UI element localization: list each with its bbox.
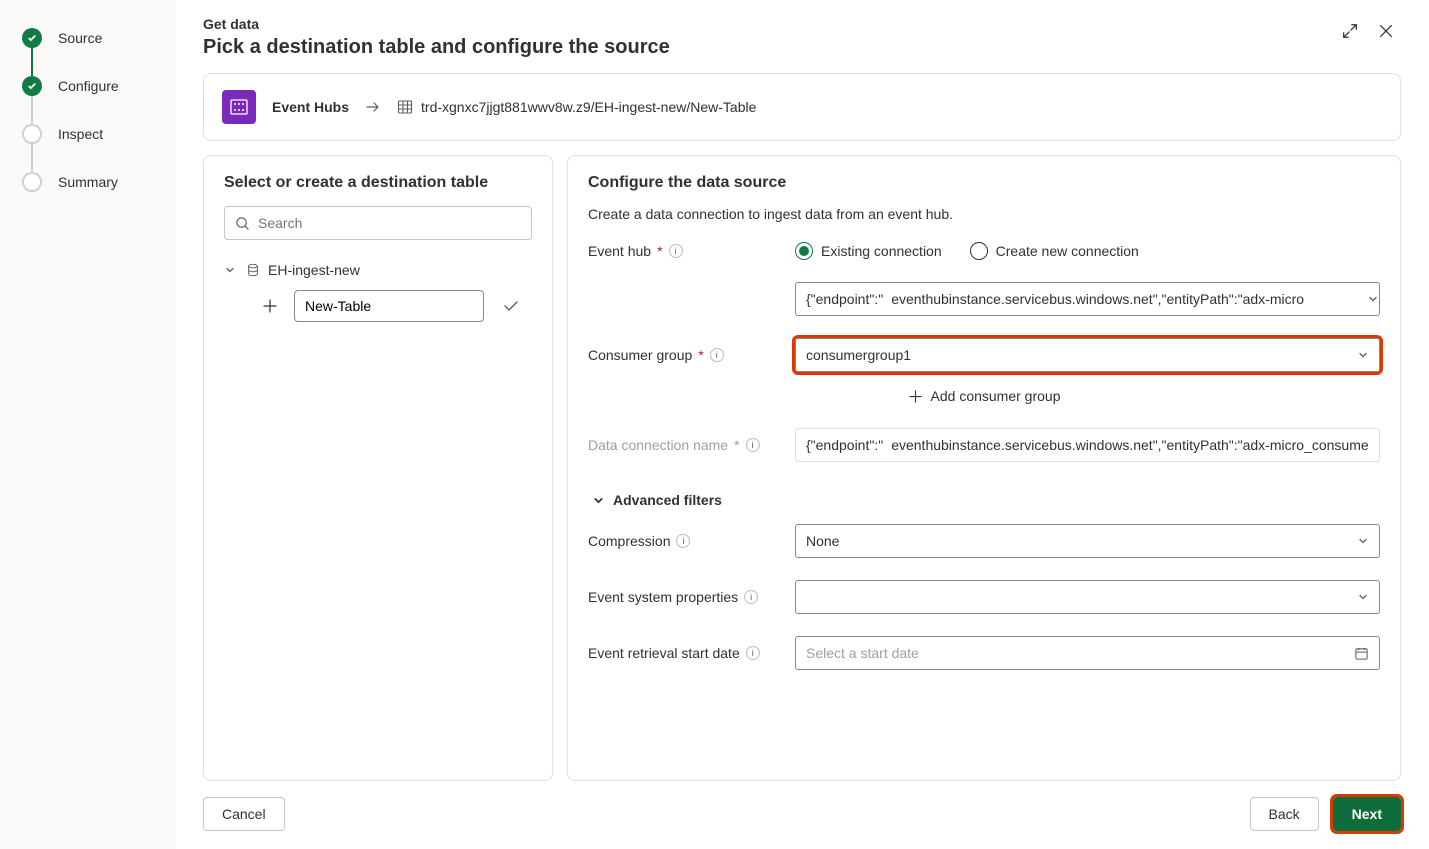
next-button[interactable]: Next (1333, 797, 1401, 831)
info-icon[interactable]: i (746, 438, 760, 452)
event-retrieval-date-label: Event retrieval start date i (588, 645, 783, 661)
database-icon (246, 263, 260, 277)
step-dot-current (22, 76, 42, 96)
step-configure[interactable]: Configure (22, 76, 174, 96)
right-pane-subtitle: Create a data connection to ingest data … (588, 206, 1380, 222)
radio-unselected-icon (970, 242, 988, 260)
chevron-down-icon (224, 264, 238, 276)
wizard-sidebar: Source Configure Inspect Summary (0, 0, 175, 849)
info-icon[interactable]: i (746, 646, 760, 660)
cancel-button[interactable]: Cancel (203, 797, 285, 831)
chevron-down-icon (1357, 349, 1369, 361)
info-icon[interactable]: i (744, 590, 758, 604)
close-icon[interactable] (1377, 22, 1395, 40)
right-pane-title: Configure the data source (588, 174, 1380, 192)
confirm-table-button[interactable] (502, 297, 520, 315)
event-hub-connection-dropdown[interactable]: {"endpoint":" eventhubinstance.servicebu… (795, 282, 1380, 316)
step-inspect[interactable]: Inspect (22, 124, 174, 144)
step-summary[interactable]: Summary (22, 172, 174, 192)
consumer-group-label: Consumer group* i (588, 347, 783, 363)
search-icon (235, 216, 250, 231)
page-supertitle: Get data (203, 16, 1401, 32)
event-system-props-dropdown[interactable] (795, 580, 1380, 614)
back-button[interactable]: Back (1250, 797, 1319, 831)
step-dot-done (22, 28, 42, 48)
step-dot-pending (22, 172, 42, 192)
breadcrumb-source: Event Hubs (272, 99, 349, 115)
chevron-down-icon (1357, 591, 1369, 603)
add-table-button[interactable] (262, 298, 284, 314)
arrow-right-icon (365, 99, 381, 115)
radio-create-connection[interactable]: Create new connection (970, 242, 1139, 260)
tree-db-row[interactable]: EH-ingest-new (224, 258, 532, 282)
add-consumer-group-button[interactable]: Add consumer group (588, 388, 1380, 404)
configure-source-pane: Configure the data source Create a data … (567, 155, 1401, 781)
event-retrieval-date-input[interactable]: Select a start date (795, 636, 1380, 670)
event-hub-label: Event hub* i (588, 243, 783, 259)
radio-selected-icon (795, 242, 813, 260)
chevron-down-icon (1367, 293, 1379, 305)
compression-dropdown[interactable]: None (795, 524, 1380, 558)
event-system-props-label: Event system properties i (588, 589, 783, 605)
eventhubs-icon (222, 90, 256, 124)
page-title: Pick a destination table and configure t… (203, 36, 1401, 59)
calendar-icon (1354, 646, 1369, 661)
breadcrumb-path: trd-xgnxc7jjgt881wwv8w.z9/EH-ingest-new/… (421, 99, 756, 115)
connection-name-input[interactable]: {"endpoint":" eventhubinstance.servicebu… (795, 428, 1380, 462)
main-panel: Get data Pick a destination table and co… (175, 0, 1429, 849)
info-icon[interactable]: i (669, 244, 683, 258)
expand-icon[interactable] (1341, 22, 1359, 40)
table-search-input[interactable] (258, 215, 521, 231)
info-icon[interactable]: i (676, 534, 690, 548)
wizard-footer: Cancel Back Next (203, 781, 1401, 831)
consumer-group-dropdown[interactable]: consumergroup1 (795, 338, 1380, 372)
radio-existing-connection[interactable]: Existing connection (795, 242, 942, 260)
step-label: Source (58, 30, 102, 46)
left-pane-title: Select or create a destination table (224, 174, 532, 192)
breadcrumb: Event Hubs trd-xgnxc7jjgt881wwv8w.z9/EH-… (203, 73, 1401, 141)
compression-label: Compression i (588, 533, 783, 549)
step-source[interactable]: Source (22, 28, 174, 48)
chevron-down-icon (1357, 535, 1369, 547)
info-icon[interactable]: i (710, 348, 724, 362)
chevron-down-icon (592, 494, 605, 507)
step-label: Inspect (58, 126, 103, 142)
advanced-filters-toggle[interactable]: Advanced filters (588, 484, 1380, 524)
step-dot-pending (22, 124, 42, 144)
tree-db-name: EH-ingest-new (268, 262, 360, 278)
destination-table-pane: Select or create a destination table EH-… (203, 155, 553, 781)
step-label: Configure (58, 78, 119, 94)
connection-name-label: Data connection name* i (588, 437, 783, 453)
table-search[interactable] (224, 206, 532, 240)
step-label: Summary (58, 174, 118, 190)
new-table-name-input[interactable] (294, 290, 484, 322)
table-icon (397, 99, 413, 115)
